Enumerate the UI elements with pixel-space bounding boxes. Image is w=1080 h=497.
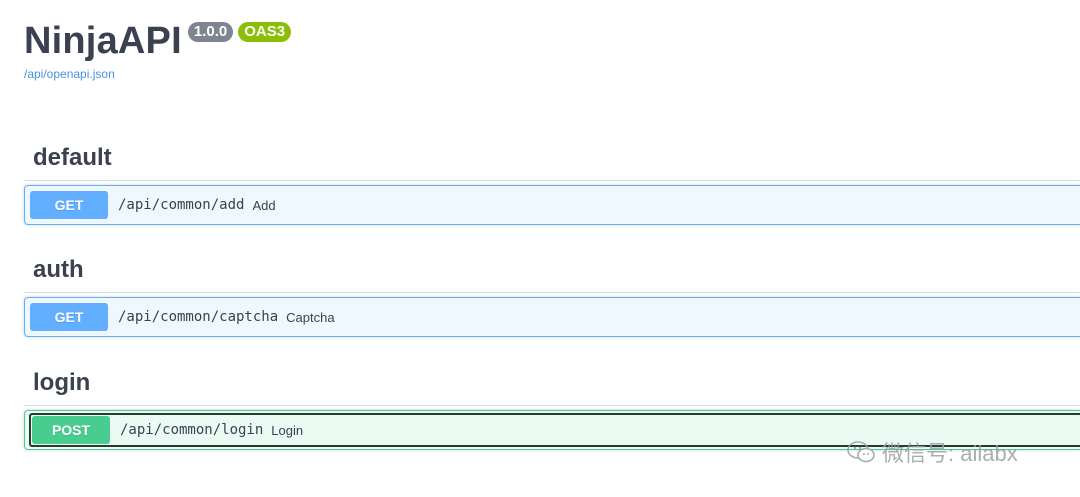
operation-get-add[interactable]: GET /api/common/add Add (24, 185, 1080, 225)
method-badge: POST (32, 416, 110, 444)
operation-path: /api/common/login (120, 422, 264, 438)
tag-name: default (33, 144, 112, 171)
wechat-icon (847, 441, 875, 463)
openapi-spec-link[interactable]: /api/openapi.json (24, 67, 291, 81)
tag-header-auth[interactable]: auth (24, 248, 1080, 293)
operation-summary: Add (252, 197, 276, 213)
api-title: NinjaAPI (24, 20, 182, 62)
tag-header-default[interactable]: default (24, 136, 1080, 181)
operation-summary: Captcha (286, 309, 335, 325)
operation-path: /api/common/captcha (118, 309, 279, 325)
tag-header-login[interactable]: login (24, 361, 1080, 406)
title-row: NinjaAPI 1.0.0 OAS3 (24, 18, 292, 64)
method-badge: GET (30, 303, 108, 331)
watermark: 微信号: ailabx (846, 436, 1018, 468)
tag-name: auth (33, 256, 84, 283)
tag-name: login (33, 369, 91, 396)
api-info: NinjaAPI 1.0.0 OAS3 /api/openapi.json (24, 18, 292, 81)
version-badge: 1.0.0 (187, 22, 234, 42)
operation-path: /api/common/add (118, 197, 245, 213)
tag-section-default: default GET /api/common/add Add (24, 136, 1080, 225)
operation-get-captcha[interactable]: GET /api/common/captcha Captcha (24, 297, 1080, 337)
method-badge: GET (30, 191, 108, 219)
tag-section-auth: auth GET /api/common/captcha Captcha (24, 248, 1080, 337)
oas-badge: OAS3 (238, 22, 292, 42)
operation-summary: Login (271, 422, 304, 438)
watermark-text: 微信号: ailabx (882, 441, 1018, 466)
